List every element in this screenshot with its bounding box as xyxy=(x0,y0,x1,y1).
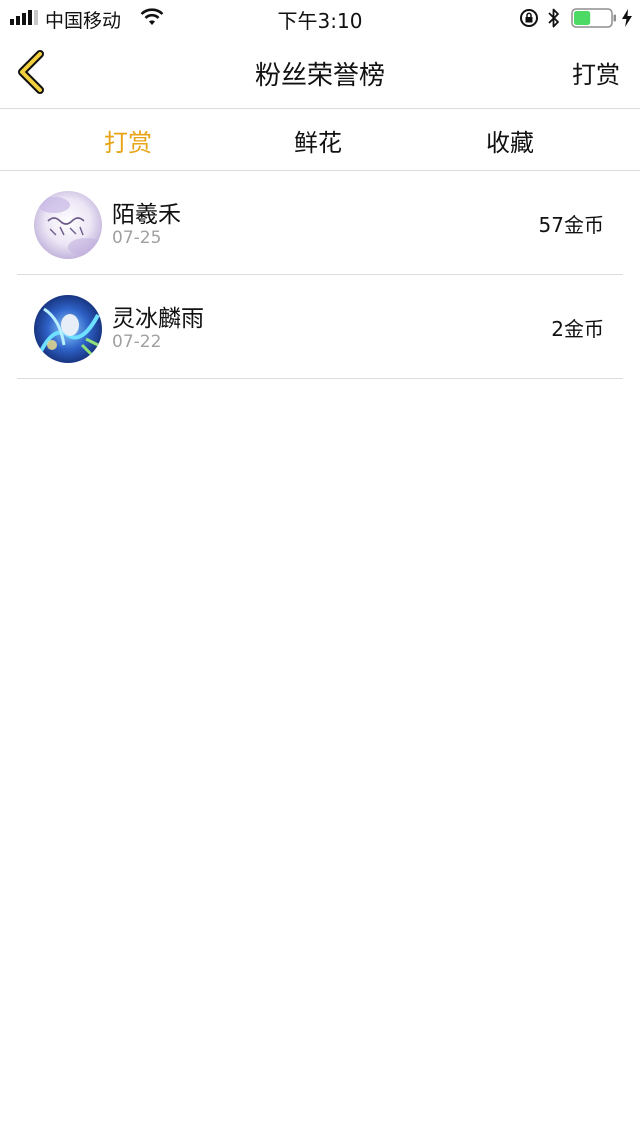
tab-reward[interactable]: 打赏 xyxy=(63,123,193,158)
row-divider xyxy=(17,378,623,379)
list-item[interactable]: 灵冰麟雨 07-22 2金币 xyxy=(0,275,640,379)
avatar xyxy=(34,295,102,363)
tab-favorites[interactable]: 收藏 xyxy=(445,123,575,158)
reward-date: 07-22 xyxy=(112,332,162,352)
reward-amount: 2金币 xyxy=(551,317,604,341)
reward-action-button[interactable]: 打赏 xyxy=(572,55,620,90)
page-title: 粉丝荣誉榜 xyxy=(254,61,385,91)
reward-date: 07-25 xyxy=(112,228,162,248)
status-time: 下午3:10 xyxy=(277,9,363,33)
fan-name: 灵冰麟雨 xyxy=(112,306,204,332)
battery-icon xyxy=(571,8,616,28)
avatar xyxy=(34,191,102,259)
orientation-lock-icon xyxy=(520,9,538,27)
list-item[interactable]: 陌羲禾 07-25 57金币 xyxy=(0,171,640,275)
app-screen: 中国移动 下午3:10 粉丝荣誉榜 打赏 打赏 鲜花 收藏 陌羲禾 07-25 … xyxy=(0,0,640,1139)
charging-bolt-icon xyxy=(622,9,632,27)
status-bar: 中国移动 下午3:10 xyxy=(0,0,640,36)
navigation-bar: 粉丝荣誉榜 打赏 xyxy=(0,36,640,108)
tab-flowers[interactable]: 鲜花 xyxy=(253,123,383,158)
reward-amount: 57金币 xyxy=(538,213,604,237)
bluetooth-icon xyxy=(548,8,559,28)
ranking-list: 陌羲禾 07-25 57金币 灵冰麟雨 07-22 2金币 xyxy=(0,171,640,379)
fan-name: 陌羲禾 xyxy=(112,202,181,228)
tab-bar: 打赏 鲜花 收藏 xyxy=(0,109,640,170)
